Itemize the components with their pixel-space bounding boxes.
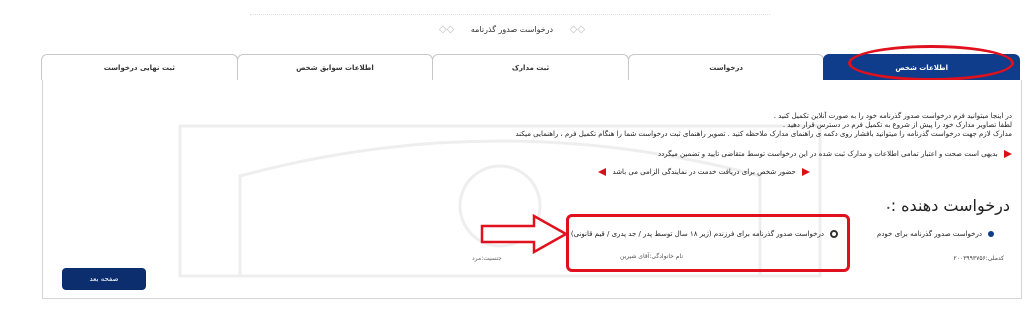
title-divider xyxy=(250,14,770,15)
option-child-label: درخواست صدور گذرنامه برای فرزندم (زیر ۱۸… xyxy=(570,230,824,238)
red-arrow-icon xyxy=(802,168,810,176)
surname-line: نام خانوادگی:آقای شیرین xyxy=(620,253,683,260)
decor-icon-right: ◇◇ xyxy=(438,24,455,35)
tab-documents[interactable]: ثبت مدارک xyxy=(432,54,629,80)
warning-validity: بدیهی است صحت و اعتبار تمامی اطلاعات و م… xyxy=(112,150,1012,158)
red-arrow-left-icon xyxy=(598,168,607,176)
tab-request[interactable]: درخواست xyxy=(627,54,825,80)
annotation-arrow-icon xyxy=(480,213,569,255)
red-arrow-icon xyxy=(1004,150,1012,158)
gender-line: جنسیت:مرد xyxy=(472,255,502,262)
info-line-3: مدارک لازم جهت درخواست گذرنامه را میتوان… xyxy=(515,130,1012,138)
tab-bar: اطلاعات شخص درخواست ثبت مدارک اطلاعات سو… xyxy=(41,54,1020,80)
radio-self-selected[interactable] xyxy=(988,231,994,237)
page-title-row: ◇◇ درخواست صدور گذرنامه ◇◇ xyxy=(0,24,1024,35)
tab-final-submit[interactable]: ثبت نهایی درخواست xyxy=(41,54,238,80)
option-self-label: درخواست صدور گذرنامه برای خودم xyxy=(876,230,982,238)
child-option-highlight-annotation xyxy=(566,214,850,272)
option-child[interactable]: درخواست صدور گذرنامه برای فرزندم (زیر ۱۸… xyxy=(571,230,838,238)
national-code: کدملی:۲۰۰۳۹۹۳۷۵۶ xyxy=(953,255,1004,262)
radio-child[interactable] xyxy=(830,230,838,238)
decor-icon-left: ◇◇ xyxy=(569,24,586,35)
tab-person-history[interactable]: اطلاعات سوابق شخص xyxy=(236,54,434,80)
page-title: درخواست صدور گذرنامه xyxy=(470,25,554,34)
section-heading-text: درخواست دهنده : xyxy=(890,196,1010,215)
next-page-button[interactable]: صفحه بعد xyxy=(62,268,146,290)
section-heading: درخواست دهنده :• xyxy=(886,196,1010,215)
tab-person-info[interactable]: اطلاعات شخص xyxy=(823,54,1020,80)
warning-presence-text: حضور شخص برای دریافت خدمت در نمایندگی ال… xyxy=(612,168,796,176)
option-self[interactable]: درخواست صدور گذرنامه برای خودم xyxy=(877,230,994,238)
warning-presence: حضور شخص برای دریافت خدمت در نمایندگی ال… xyxy=(110,168,810,176)
warning-validity-text: بدیهی است صحت و اعتبار تمامی اطلاعات و م… xyxy=(657,150,998,158)
